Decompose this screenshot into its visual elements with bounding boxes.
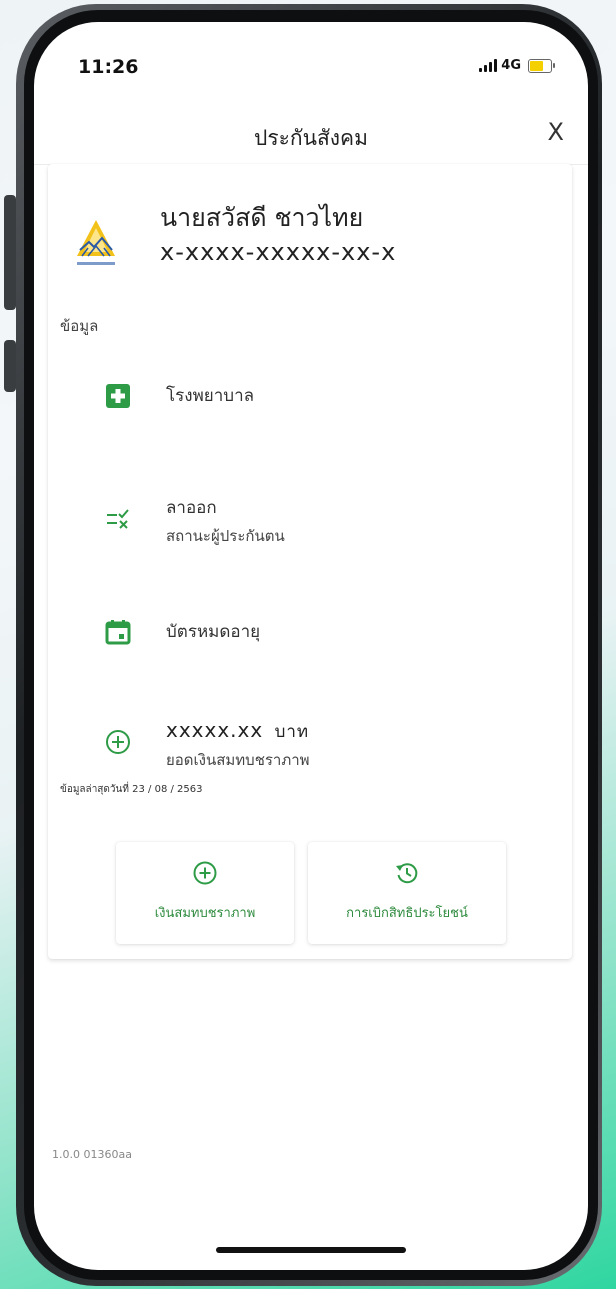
network-type: 4G [501,58,521,73]
benefit-claims-button[interactable]: การเบิกสิทธิประโยชน์ [308,842,506,944]
app-version: 1.0.0 01360aa [52,1148,132,1161]
last-updated-text: ข้อมูลล่าสุดวันที่ 23 / 08 / 2563 [60,784,203,795]
battery-icon [528,58,555,73]
member-name: นายสวัสดี ชาวไทย [160,203,364,232]
status-check-x-icon [107,509,129,529]
history-icon [396,863,418,884]
phone-side-button [4,340,16,392]
nav-header: ประกันสังคม X [34,118,588,165]
old-age-fund-amount: xxxxx.xx บาท [166,718,309,745]
phone-side-button [4,195,16,310]
status-bar: 11:26 4G [34,22,588,92]
old-age-fund-button-label: เงินสมทบชราภาพ [154,906,256,921]
signal-icon [479,59,498,72]
app-screen: 11:26 4G ประกันสังคม X นายสวัสดี ชาวไทย [34,22,588,1270]
home-indicator[interactable] [216,1247,406,1253]
calendar-icon [105,620,131,645]
benefit-claims-button-label: การเบิกสิทธิประโยชน์ [346,906,468,921]
card-expiry-label: บัตรหมดอายุ [166,622,261,642]
insurance-card: นายสวัสดี ชาวไทย x-xxxx-xxxxx-xx-x ข้อมู… [48,164,572,959]
plus-circle-icon [106,730,130,754]
status-indicators: 4G [479,58,555,73]
close-button[interactable]: X [548,118,564,146]
old-age-fund-button[interactable]: เงินสมทบชราภาพ [116,842,294,944]
amount-value: xxxxx.xx [166,718,264,742]
page-title: ประกันสังคม [254,126,368,150]
hospital-label: โรงพยาบาล [166,386,255,406]
amount-unit: บาท [274,722,310,742]
status-label: ลาออก [166,498,217,518]
old-age-fund-label: ยอดเงินสมทบชราภาพ [166,751,310,769]
battery-level [530,60,544,71]
status-time: 11:26 [78,56,139,78]
member-id-number: x-xxxx-xxxxx-xx-x [160,238,397,266]
info-item-status[interactable]: ลาออก สถานะผู้ประกันตน [48,494,572,574]
sso-logo-icon [77,220,115,265]
plus-circle-icon [193,861,217,885]
section-label: ข้อมูล [60,317,99,335]
info-item-card-expiry[interactable]: บัตรหมดอายุ [48,618,572,698]
info-item-hospital[interactable]: โรงพยาบาล [48,382,572,462]
profile-section: นายสวัสดี ชาวไทย x-xxxx-xxxxx-xx-x [74,198,554,288]
hospital-plus-icon [106,384,130,408]
status-subtitle: สถานะผู้ประกันตน [166,527,285,545]
